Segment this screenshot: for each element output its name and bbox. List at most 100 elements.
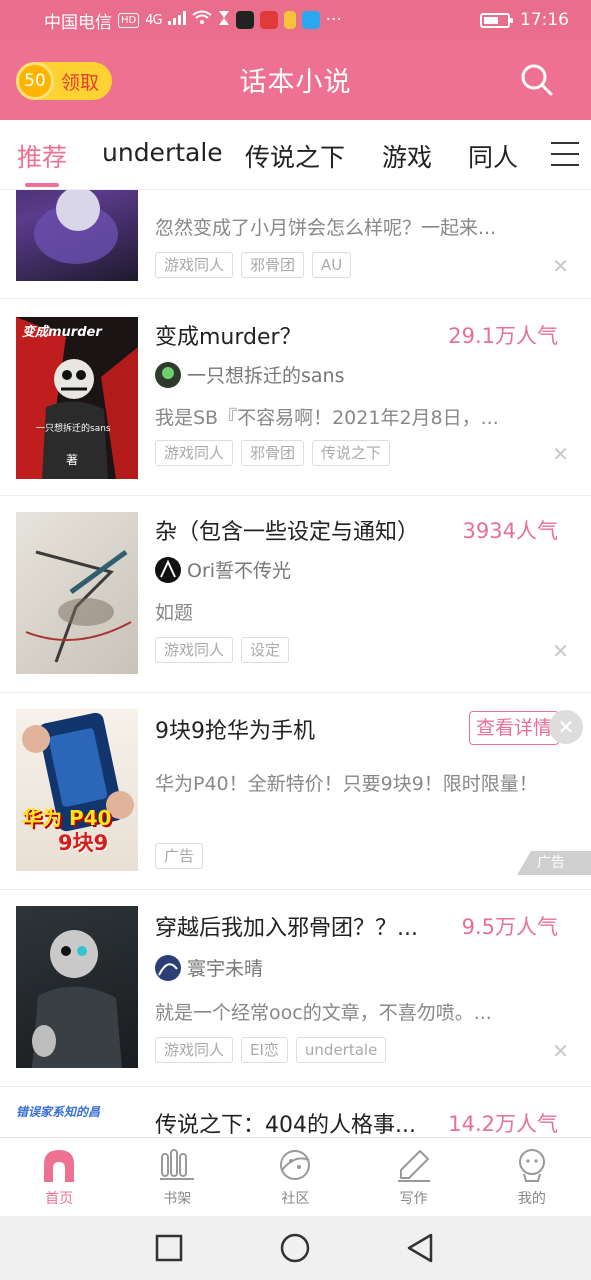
- profile-icon: [518, 1149, 545, 1182]
- book-description: 如题: [155, 602, 194, 624]
- list-item[interactable]: 错误家系知的昌 传说之下：404的人格事... 14.2万人气: [0, 1087, 591, 1137]
- clock: 17:16: [520, 10, 569, 30]
- book-title: 穿越后我加入邪骨团？？...: [155, 916, 418, 941]
- nav-label: 书架: [163, 1191, 192, 1207]
- book-cover: [16, 906, 138, 1068]
- search-icon[interactable]: [519, 62, 555, 98]
- ad-item[interactable]: 华为 P40 9块9 9块9抢华为手机 查看详情 ✕ 华为P40！全新特价！只要…: [0, 693, 591, 890]
- ad-cover-line2: 9块9: [58, 831, 109, 855]
- app-notification-icon: [235, 11, 254, 29]
- book-cover: 错误家系知的昌: [16, 1103, 138, 1137]
- tab-fanfic[interactable]: 同人: [468, 138, 518, 174]
- dismiss-icon[interactable]: ✕: [552, 254, 569, 278]
- book-description: 我是SB『不容易啊！2021年2月8日，...: [155, 407, 499, 429]
- status-bar: 中国电信 HD 4G ··· 17:16: [0, 0, 591, 40]
- tag[interactable]: 游戏同人: [155, 440, 234, 466]
- app-header: 50 领取 话本小说: [0, 40, 591, 120]
- home-button[interactable]: [280, 1233, 310, 1263]
- tab-legend-under[interactable]: 传说之下: [245, 138, 345, 174]
- tab-recommend[interactable]: 推荐: [17, 138, 67, 174]
- book-description: 就是一个经常ooc的文章，不喜勿喷。...: [155, 1002, 492, 1024]
- nav-bookshelf[interactable]: 书架: [118, 1138, 236, 1216]
- nav-community[interactable]: 社区: [236, 1138, 354, 1216]
- close-icon[interactable]: ✕: [549, 710, 583, 744]
- author-name: 一只想拆迁的sans: [187, 365, 345, 387]
- tag[interactable]: EI恋: [241, 1037, 288, 1063]
- active-tab-indicator: [25, 183, 59, 187]
- tag[interactable]: 邪骨团: [241, 252, 305, 278]
- book-cover: [16, 512, 138, 674]
- nav-home[interactable]: 首页: [0, 1138, 118, 1216]
- cover-title: 错误家系知的昌: [16, 1105, 101, 1119]
- more-notifications-icon: ···: [325, 10, 342, 30]
- wifi-icon: [191, 10, 212, 30]
- app-title: 话本小说: [239, 67, 352, 98]
- nav-write[interactable]: 写作: [355, 1138, 473, 1216]
- signal-icon: [167, 10, 186, 30]
- hourglass-icon: [218, 10, 230, 31]
- home-icon: [44, 1150, 75, 1182]
- book-description: 忽然变成了小月饼会怎么样呢？一起来...: [155, 217, 497, 239]
- tag-list: 游戏同人 设定: [155, 637, 290, 663]
- tab-undertale[interactable]: undertale: [102, 138, 223, 167]
- tab-games[interactable]: 游戏: [382, 138, 432, 174]
- list-item[interactable]: 穿越后我加入邪骨团？？... 9.5万人气 寰宇未晴 就是一个经常ooc的文章，…: [0, 890, 591, 1087]
- ad-title: 9块9抢华为手机: [155, 719, 315, 744]
- ad-mark: 广告: [517, 851, 591, 875]
- book-title: 传说之下：404的人格事...: [155, 1113, 416, 1137]
- network-label: 4G: [145, 12, 162, 28]
- system-nav-bar: [0, 1216, 591, 1280]
- ad-description: 华为P40！全新特价！只要9块9！限时限量！: [155, 773, 538, 795]
- cover-title: 变成murder: [22, 325, 102, 340]
- hd-badge: HD: [118, 12, 140, 28]
- tag[interactable]: 游戏同人: [155, 1037, 234, 1063]
- author-row[interactable]: Ori誓不传光: [155, 556, 291, 583]
- dismiss-icon[interactable]: ✕: [552, 1039, 569, 1063]
- app-notification-icon: [301, 11, 320, 29]
- novel-feed: 忽然变成了小月饼会怎么样呢？一起来... 游戏同人 邪骨团 AU ✕ 变成mur…: [0, 190, 591, 1137]
- popularity-count: 9.5万人气: [461, 915, 558, 939]
- nav-label: 首页: [45, 1191, 74, 1207]
- tag[interactable]: 游戏同人: [155, 252, 234, 278]
- app-notification-icon: [259, 11, 278, 29]
- back-button[interactable]: [407, 1233, 433, 1263]
- cover-author: 一只想拆迁的sans: [36, 424, 111, 434]
- list-item[interactable]: 变成murder 一只想拆迁的sans 著 变成murder？ 29.1万人气 …: [0, 299, 591, 496]
- dismiss-icon[interactable]: ✕: [552, 442, 569, 466]
- tag[interactable]: 传说之下: [312, 440, 391, 466]
- battery-icon: [480, 12, 513, 28]
- list-item[interactable]: 杂（包含一些设定与通知） 3934人气 Ori誓不传光 如题 游戏同人 设定 ✕: [0, 496, 591, 693]
- tag[interactable]: 设定: [241, 637, 290, 663]
- carrier-label: 中国电信: [44, 12, 112, 33]
- list-item[interactable]: 忽然变成了小月饼会怎么样呢？一起来... 游戏同人 邪骨团 AU ✕: [0, 190, 591, 299]
- recents-button[interactable]: [155, 1234, 183, 1262]
- avatar: [155, 556, 181, 583]
- author-row[interactable]: 寰宇未晴: [155, 954, 263, 981]
- book-title: 杂（包含一些设定与通知）: [155, 520, 420, 545]
- pen-icon: [397, 1150, 430, 1182]
- menu-icon[interactable]: [551, 142, 579, 166]
- tag[interactable]: AU: [312, 252, 352, 278]
- popularity-count: 3934人气: [462, 519, 558, 543]
- nav-label: 社区: [281, 1191, 310, 1207]
- avatar: [155, 361, 181, 388]
- tag-list: 广告: [155, 843, 204, 869]
- tag[interactable]: 游戏同人: [155, 637, 234, 663]
- popularity-count: 29.1万人气: [448, 324, 558, 348]
- author-name: 寰宇未晴: [187, 958, 264, 980]
- author-name: Ori誓不传光: [187, 560, 292, 582]
- app-notification-icon: [283, 11, 296, 29]
- tag[interactable]: undertale: [295, 1037, 387, 1063]
- dismiss-icon[interactable]: ✕: [552, 639, 569, 663]
- view-details-button[interactable]: 查看详情: [469, 711, 559, 745]
- author-row[interactable]: 一只想拆迁的sans: [155, 361, 344, 388]
- nav-profile[interactable]: 我的: [473, 1138, 591, 1216]
- category-tabs: 推荐 undertale 传说之下 游戏 同人: [0, 120, 591, 190]
- bottom-nav: 首页 书架 社区 写作 我的: [0, 1137, 591, 1216]
- book-cover: 变成murder 一只想拆迁的sans 著: [16, 317, 138, 479]
- bookshelf-icon: [160, 1149, 195, 1180]
- cover-by: 著: [66, 453, 79, 467]
- tag[interactable]: 邪骨团: [241, 440, 305, 466]
- ad-cover: 华为 P40 9块9: [16, 709, 138, 871]
- book-title: 变成murder？: [155, 325, 302, 350]
